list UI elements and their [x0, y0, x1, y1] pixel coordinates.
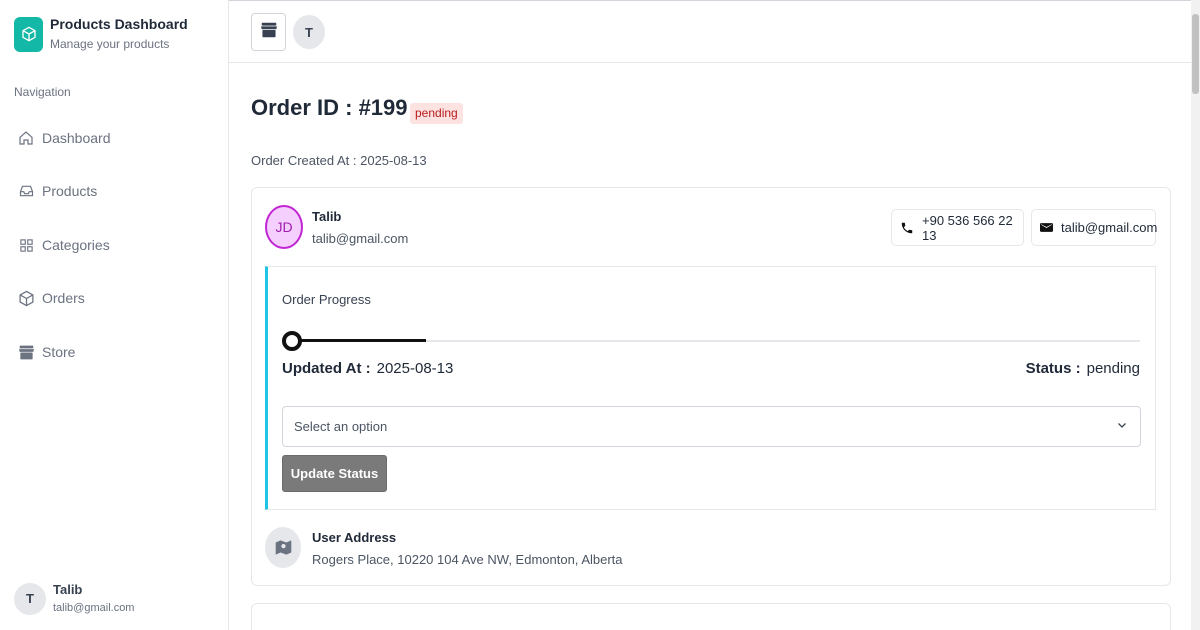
grid-icon: [17, 236, 35, 254]
updated-at: Updated At : 2025-08-13: [282, 360, 453, 377]
order-created-at: Order Created At : 2025-08-13: [251, 153, 427, 168]
brand: Products Dashboard Manage your products: [14, 16, 188, 52]
avatar: T: [14, 582, 46, 615]
brand-title: Products Dashboard: [50, 16, 188, 32]
store-icon: [17, 343, 35, 361]
phone-number: +90 536 566 22 13: [922, 212, 1013, 243]
top-bar: T: [229, 0, 1200, 63]
sidebar-item-store[interactable]: Store: [17, 343, 75, 361]
sidebar-item-orders[interactable]: Orders: [17, 289, 85, 307]
sidebar-item-categories[interactable]: Categories: [17, 236, 110, 254]
user-name: Talib: [53, 582, 83, 597]
chevron-down-icon: [1116, 419, 1128, 434]
status-value: pending: [1086, 360, 1140, 377]
brand-subtitle: Manage your products: [50, 37, 170, 51]
progress-handle[interactable]: [282, 331, 302, 351]
inbox-icon: [17, 182, 35, 200]
customer-name: Talib: [312, 209, 342, 224]
status-select-placeholder: Select an option: [294, 419, 388, 434]
contact-email: talib@gmail.com: [1061, 220, 1158, 235]
updated-at-value: 2025-08-13: [376, 360, 454, 377]
phone-button[interactable]: +90 536 566 22 13: [891, 209, 1024, 246]
avatar[interactable]: T: [293, 15, 325, 49]
sidebar: Products Dashboard Manage your products …: [0, 0, 229, 630]
sidebar-item-label: Categories: [42, 237, 110, 253]
update-status-button[interactable]: Update Status: [282, 455, 387, 492]
page-title: Order ID : #199: [251, 95, 408, 120]
sidebar-item-label: Store: [42, 344, 76, 360]
sidebar-item-label: Dashboard: [42, 130, 111, 146]
customer-email: talib@gmail.com: [312, 231, 409, 246]
address-text: Rogers Place, 10220 104 Ave NW, Edmonton…: [312, 552, 623, 567]
order-status: Status : pending: [1026, 360, 1140, 377]
customer-avatar: JD: [265, 205, 303, 249]
nav-section-label: Navigation: [14, 85, 71, 99]
sidebar-user[interactable]: T Talib talib@gmail.com: [14, 582, 134, 615]
sidebar-item-label: Orders: [42, 290, 85, 306]
email-button[interactable]: talib@gmail.com: [1031, 209, 1158, 246]
map-icon: [265, 527, 301, 568]
address-title: User Address: [312, 530, 397, 545]
sidebar-item-products[interactable]: Products: [17, 182, 97, 200]
sidebar-item-dashboard[interactable]: Dashboard: [17, 129, 111, 147]
box-icon: [17, 289, 35, 307]
status-label: Status :: [1025, 360, 1081, 377]
mail-icon: [1040, 222, 1053, 233]
status-select[interactable]: Select an option: [282, 406, 1141, 447]
order-progress-panel: [265, 266, 1156, 510]
scrollbar[interactable]: [1191, 0, 1200, 630]
scrollbar-thumb[interactable]: [1192, 14, 1199, 94]
sidebar-item-label: Products: [42, 183, 98, 199]
store-button[interactable]: [251, 13, 286, 51]
phone-icon: [900, 221, 914, 235]
home-icon: [17, 129, 35, 147]
order-progress-label: Order Progress: [282, 292, 371, 307]
store-icon: [260, 22, 278, 43]
status-badge: pending: [410, 103, 463, 124]
progress-track[interactable]: [290, 339, 1140, 342]
progress-fill: [290, 339, 426, 342]
next-card: [251, 603, 1171, 630]
updated-at-label: Updated At :: [282, 360, 371, 377]
user-email: talib@gmail.com: [53, 602, 135, 614]
cube-icon: [14, 16, 43, 52]
